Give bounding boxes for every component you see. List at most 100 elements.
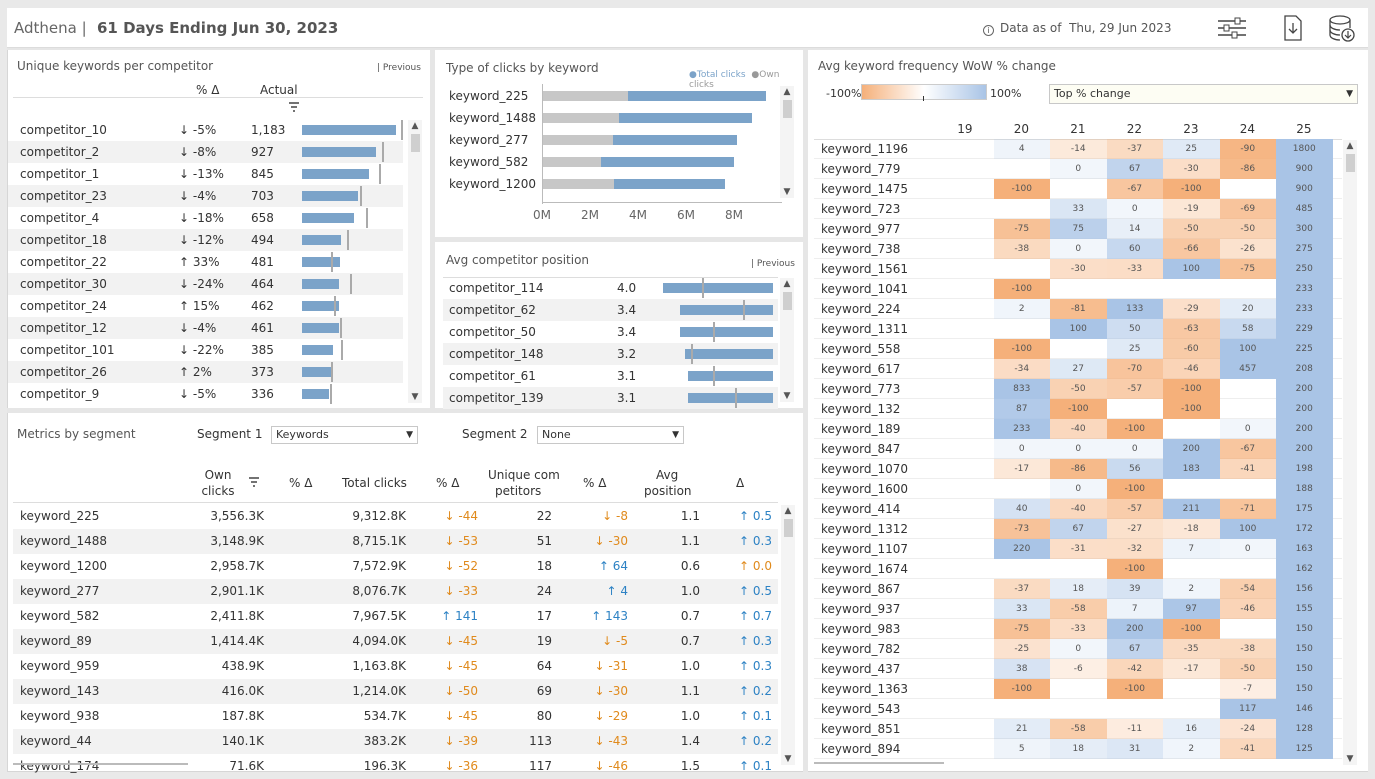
table-row[interactable]: keyword_1200 2,958.7K 7,572.9K ↓ -52 18 ↑ 64 0…: [13, 554, 778, 579]
heatmap-row[interactable]: keyword_738 -38 0 60 -66 -26 275: [814, 239, 1342, 259]
filter-sliders-icon[interactable]: [1215, 14, 1249, 42]
table-row[interactable]: keyword_277 2,901.1K 8,076.7K ↓ -33 24 ↑ 4 1.0…: [13, 579, 778, 604]
heatmap-row[interactable]: keyword_414 40 -40 -57 211 -71 175: [814, 499, 1342, 519]
table-row[interactable]: keyword_938 187.8K 534.7K ↓ -45 80 ↓ -29 1.0 ↑ …: [13, 704, 778, 729]
competitor-row[interactable]: competitor_23 ↓ -4% 703: [8, 185, 403, 207]
heatmap-row[interactable]: keyword_1070 -17 -86 56 183 -41 198: [814, 459, 1342, 479]
heatmap-row[interactable]: keyword_543 117 146: [814, 699, 1342, 719]
heatmap-row[interactable]: keyword_558 -100 25 -60 100 225: [814, 339, 1342, 359]
segment1-select[interactable]: Keywords ▼: [271, 426, 418, 444]
scroll-down-icon[interactable]: ▼: [780, 390, 794, 402]
competitor-row[interactable]: competitor_22 ↑ 33% 481: [8, 251, 403, 273]
data-as-of: i Data as of Thu, 29 Jun 2023: [983, 21, 1171, 36]
heatmap-row[interactable]: keyword_851 21 -58 -11 16 -24 128: [814, 719, 1342, 739]
competitor-row[interactable]: competitor_12 ↓ -4% 461: [8, 317, 403, 339]
scroll-thumb[interactable]: [411, 134, 420, 152]
table-row[interactable]: keyword_582 2,411.8K 7,967.5K ↑ 141 17 ↑ 143 0…: [13, 604, 778, 629]
vertical-scrollbar[interactable]: ▲ ▼: [781, 505, 795, 765]
position-row[interactable]: competitor_148 3.2: [443, 343, 778, 365]
horizontal-scrollbar[interactable]: [814, 762, 944, 764]
competitor-row[interactable]: competitor_1 ↓ -13% 845: [8, 163, 403, 185]
scroll-down-icon[interactable]: ▼: [781, 753, 795, 765]
heatmap-row[interactable]: keyword_847 0 0 0 200 -67 200: [814, 439, 1342, 459]
heatmap-row[interactable]: keyword_1674 -100 162: [814, 559, 1342, 579]
heatmap-row[interactable]: keyword_894 5 18 31 2 -41 125: [814, 739, 1342, 759]
table-row[interactable]: keyword_143 416.0K 1,214.0K ↓ -50 69 ↓ -30 1.1…: [13, 679, 778, 704]
segment2-select[interactable]: None ▼: [537, 426, 684, 444]
heatmap-row[interactable]: keyword_779 0 67 -30 -86 900: [814, 159, 1342, 179]
chevron-down-icon: ▼: [1346, 89, 1353, 99]
competitor-row[interactable]: competitor_101 ↓ -22% 385: [8, 339, 403, 361]
position-row[interactable]: competitor_114 4.0: [443, 277, 778, 299]
competitor-row[interactable]: competitor_26 ↑ 2% 373: [8, 361, 403, 383]
heatmap-row[interactable]: keyword_1311 100 50 -63 58 229: [814, 319, 1342, 339]
table-row[interactable]: keyword_174 71.6K 196.3K ↓ -36 117 ↓ -46 1.5 ↑ …: [13, 754, 778, 779]
position-row[interactable]: competitor_139 3.1: [443, 387, 778, 409]
actual-bar: [302, 279, 339, 289]
horizontal-scrollbar[interactable]: [13, 763, 188, 765]
scroll-up-icon[interactable]: ▲: [780, 278, 794, 290]
vertical-scrollbar[interactable]: ▲ ▼: [780, 278, 794, 402]
heat-cell: [1163, 679, 1220, 699]
heatmap-row[interactable]: keyword_1561 -30 -33 100 -75 250: [814, 259, 1342, 279]
competitor-row[interactable]: competitor_2 ↓ -8% 927: [8, 141, 403, 163]
vertical-scrollbar[interactable]: ▲ ▼: [408, 120, 422, 403]
scroll-down-icon[interactable]: ▼: [780, 186, 794, 198]
download-pdf-icon[interactable]: [1281, 14, 1305, 42]
competitor-name: competitor_24: [20, 299, 107, 313]
table-row[interactable]: keyword_89 1,414.4K 4,094.0K ↓ -45 19 ↓ -5 0.7…: [13, 629, 778, 654]
heatmap-row[interactable]: keyword_782 -25 0 67 -35 -38 150: [814, 639, 1342, 659]
sort-select[interactable]: Top % change ▼: [1049, 84, 1358, 104]
heatmap-row[interactable]: keyword_723 33 0 -19 -69 485: [814, 199, 1342, 219]
keyword-name: keyword_1363: [821, 682, 909, 696]
position-row[interactable]: competitor_61 3.1: [443, 365, 778, 387]
scroll-up-icon[interactable]: ▲: [1343, 140, 1357, 152]
unique-pct-change: ↓ -5: [602, 634, 628, 648]
database-download-icon[interactable]: [1327, 14, 1357, 44]
scroll-thumb[interactable]: [1346, 154, 1355, 172]
heatmap-row[interactable]: keyword_983 -75 -33 200 -100 150: [814, 619, 1342, 639]
competitor-row[interactable]: competitor_9 ↓ -5% 336: [8, 383, 403, 405]
sort-icon[interactable]: [289, 102, 301, 112]
competitor-row[interactable]: competitor_4 ↓ -18% 658: [8, 207, 403, 229]
scroll-up-icon[interactable]: ▲: [408, 120, 422, 132]
heatmap-row[interactable]: keyword_1041 -100 233: [814, 279, 1342, 299]
table-row[interactable]: keyword_1488 3,148.9K 8,715.1K ↓ -53 51 ↓ -30…: [13, 529, 778, 554]
heatmap-row[interactable]: keyword_1312 -73 67 -27 -18 100 172: [814, 519, 1342, 539]
heatmap-row[interactable]: keyword_132 87 -100 -100 200: [814, 399, 1342, 419]
heatmap-row[interactable]: keyword_1196 4 -14 -37 25 -90 1800: [814, 139, 1342, 159]
pct-change: ↑ 15%: [179, 299, 220, 313]
competitor-row[interactable]: competitor_24 ↑ 15% 462: [8, 295, 403, 317]
scroll-thumb[interactable]: [783, 100, 792, 118]
heatmap-row[interactable]: keyword_224 2 -81 133 -29 20 233: [814, 299, 1342, 319]
scroll-thumb[interactable]: [783, 292, 792, 310]
heatmap-row[interactable]: keyword_617 -34 27 -70 -46 457 208: [814, 359, 1342, 379]
vertical-scrollbar[interactable]: ▲ ▼: [780, 86, 794, 198]
scroll-thumb[interactable]: [784, 519, 793, 537]
table-row[interactable]: keyword_225 3,556.3K 9,312.8K ↓ -44 22 ↓ -8 1.…: [13, 504, 778, 529]
heatmap-row[interactable]: keyword_1363 -100 -100 -7 150: [814, 679, 1342, 699]
scroll-down-icon[interactable]: ▼: [1343, 753, 1357, 765]
heatmap-row[interactable]: keyword_937 33 -58 7 97 -46 155: [814, 599, 1342, 619]
competitor-row[interactable]: competitor_10 ↓ -5% 1,183: [8, 119, 403, 141]
competitor-row[interactable]: competitor_30 ↓ -24% 464: [8, 273, 403, 295]
heatmap-row[interactable]: keyword_977 -75 75 14 -50 -50 300: [814, 219, 1342, 239]
heatmap-row[interactable]: keyword_773 833 -50 -57 -100 200: [814, 379, 1342, 399]
scroll-up-icon[interactable]: ▲: [781, 505, 795, 517]
position-row[interactable]: competitor_62 3.4: [443, 299, 778, 321]
table-row[interactable]: keyword_44 140.1K 383.2K ↓ -39 113 ↓ -43 1.4 ↑ …: [13, 729, 778, 754]
scroll-up-icon[interactable]: ▲: [780, 86, 794, 98]
heatmap-row[interactable]: keyword_867 -37 18 39 2 -54 156: [814, 579, 1342, 599]
scroll-down-icon[interactable]: ▼: [408, 391, 422, 403]
position-row[interactable]: competitor_50 3.4: [443, 321, 778, 343]
heatmap-row[interactable]: keyword_1600 0 -100 188: [814, 479, 1342, 499]
heat-cell: -41: [1219, 459, 1276, 479]
heatmap-row[interactable]: keyword_437 38 -6 -42 -17 -50 150: [814, 659, 1342, 679]
competitor-row[interactable]: competitor_18 ↓ -12% 494: [8, 229, 403, 251]
vertical-scrollbar[interactable]: ▲ ▼: [1343, 140, 1357, 765]
heatmap-row[interactable]: keyword_189 233 -40 -100 0 200: [814, 419, 1342, 439]
table-row[interactable]: keyword_959 438.9K 1,163.8K ↓ -45 64 ↓ -31 1.0…: [13, 654, 778, 679]
heatmap-row[interactable]: keyword_1107 220 -31 -32 7 0 163: [814, 539, 1342, 559]
sort-icon[interactable]: [249, 477, 261, 487]
heatmap-row[interactable]: keyword_1475 -100 -67 -100 900: [814, 179, 1342, 199]
